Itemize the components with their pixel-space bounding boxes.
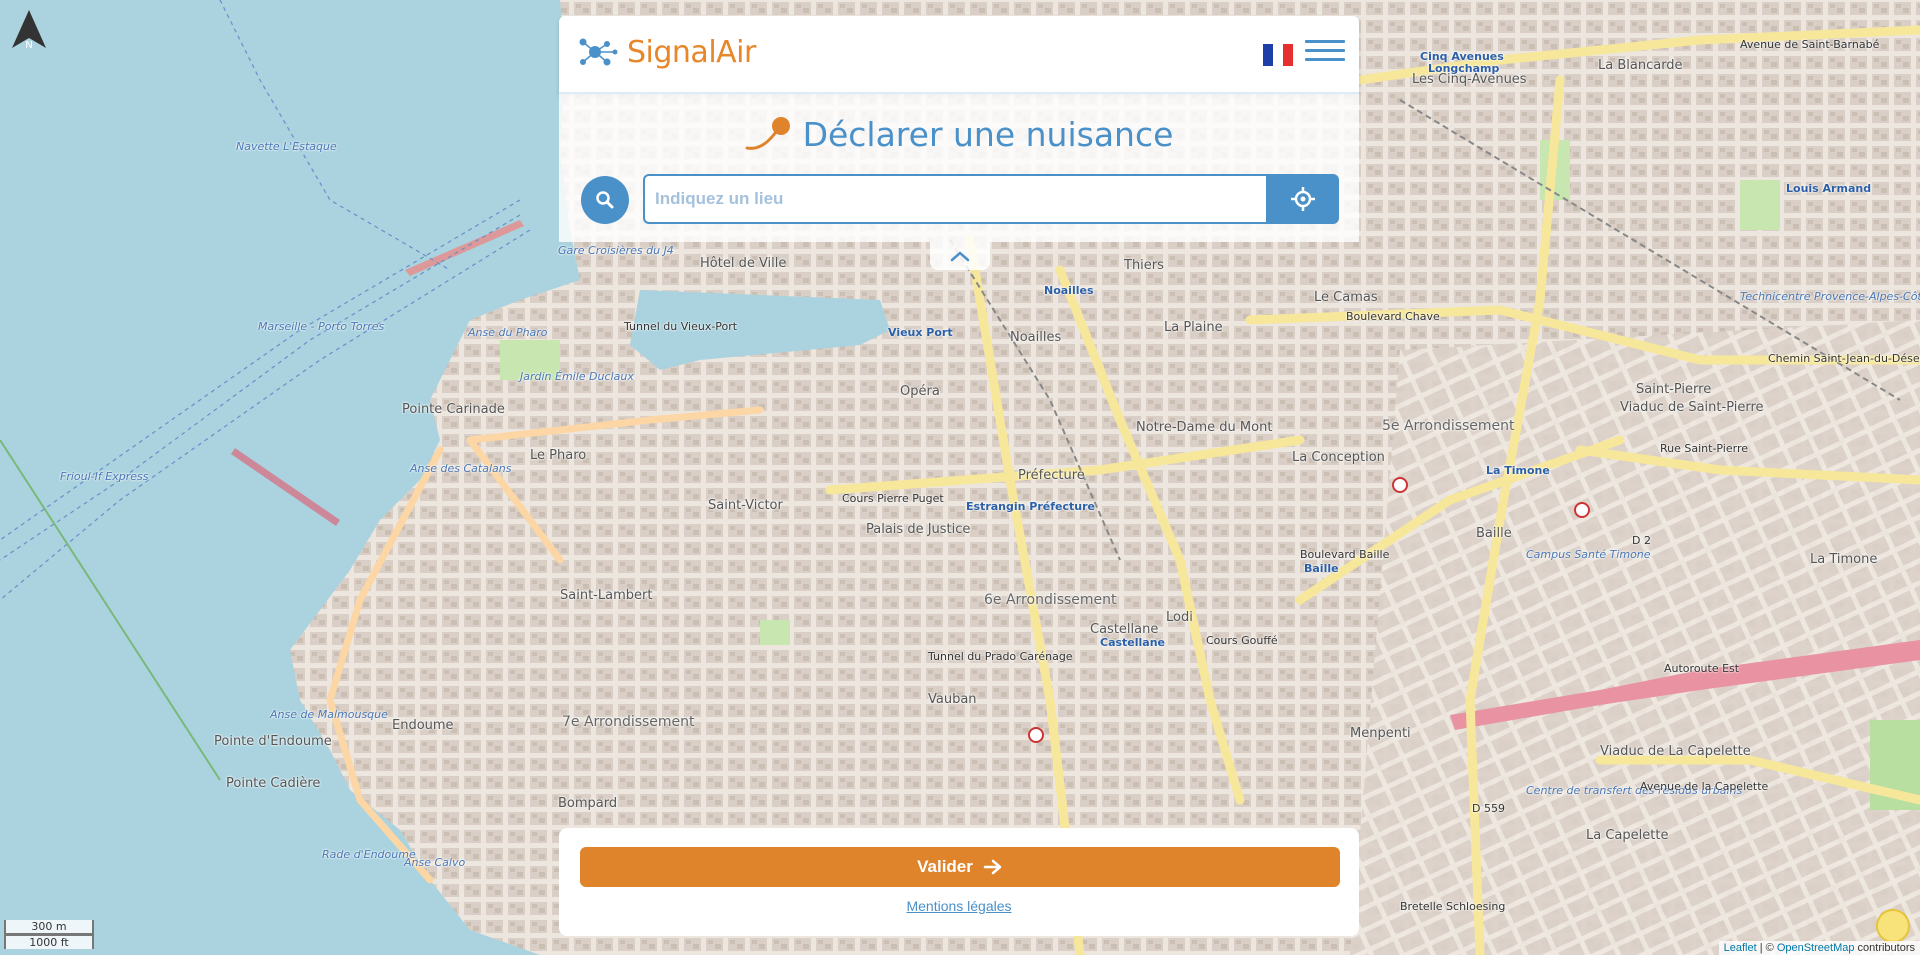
map-label: Viaduc de Saint-Pierre [1620,400,1764,415]
map-label: Cours Pierre Puget [842,492,944,505]
osm-link[interactable]: OpenStreetMap [1777,942,1855,954]
map-label: Technicentre Provence-Alpes-Côte d'Azur [1740,290,1920,303]
map-label: Vieux Port [888,326,953,339]
map-label: Pointe Cadière [226,776,321,791]
map-label: Navette L'Estaque [236,140,337,153]
map-label: Bompard [558,796,618,811]
map-label: 5e Arrondissement [1382,418,1515,434]
map-label: La Timone [1810,552,1878,567]
collapse-panel-button[interactable] [930,242,990,270]
search-icon [596,191,614,209]
map-label: Tunnel du Prado Carénage [928,650,1073,663]
map-label: Pointe Carinade [402,402,505,417]
attribution-suffix: contributors [1854,942,1915,954]
map-label: Cours Gouffé [1206,634,1278,647]
geolocate-button[interactable] [1266,174,1339,224]
map-label: Anse du Pharo [468,326,548,339]
map-label: Noailles [1010,330,1062,345]
scale-metric: 300 m [4,920,94,935]
map-label: Louis Armand [1786,182,1872,195]
map-label: Bretelle Schloesing [1400,900,1506,913]
search-panel: Déclarer une nuisance [559,92,1359,242]
map-label: Rue Saint-Pierre [1660,442,1749,455]
french-flag-icon[interactable] [1263,44,1293,66]
map-label: Marseille - Porto Torres [258,320,385,333]
app-header: SignalAir [559,16,1359,94]
map-label: Lodi [1166,610,1193,625]
map-label: La Timone [1486,464,1550,477]
map-label: La Blancarde [1598,58,1683,73]
leaflet-link[interactable]: Leaflet [1724,942,1757,954]
map-label: Viaduc de La Capelette [1600,744,1751,759]
svg-text:N: N [25,40,32,51]
map-label: Notre-Dame du Mont [1136,420,1273,435]
map-label: Castellane [1100,636,1166,649]
map-label: Boulevard Chave [1346,310,1440,323]
map-label: Opéra [900,384,940,399]
map-label: D 2 [1632,534,1651,547]
map-label: Saint-Pierre [1636,382,1712,397]
map-label: Campus Santé Timone [1526,548,1651,561]
search-button[interactable] [581,176,629,224]
map-label: Pointe d'Endoume [214,734,332,749]
map-label: Estrangin Préfecture [966,500,1095,513]
map-label: Thiers [1124,258,1164,273]
map-label: Anse de Malmousque [270,708,388,721]
geolocation-marker-icon[interactable] [1876,909,1910,943]
map-label: Gare Croisières du J4 [558,244,674,257]
map-label: Baille [1476,526,1512,541]
map-label: Palais de Justice [866,522,971,537]
map-label: Endoume [392,718,454,733]
map-label: La Conception [1292,450,1385,465]
map-label: D 559 [1472,802,1505,815]
location-search-input[interactable] [643,174,1287,224]
map-label: La Capelette [1586,828,1669,843]
map-label: Tunnel du Vieux-Port [624,320,738,333]
app-logo[interactable]: SignalAir [577,34,756,70]
hamburger-menu-button[interactable] [1305,40,1345,70]
map-label: Le Camas [1314,290,1378,305]
map-label: Préfecture [1018,468,1085,483]
validate-button[interactable]: Valider [580,847,1340,887]
map-label: Avenue de la Capelette [1640,780,1769,793]
north-arrow-icon: N [12,10,46,51]
panel-title-wrap: Déclarer une nuisance [559,114,1359,162]
location-pin-icon [745,117,790,150]
map-label: Chemin Saint-Jean-du-Désert [1768,352,1920,365]
map-label: Le Pharo [530,448,587,463]
map-label: Anse Calvo [404,856,466,869]
scale-imperial: 1000 ft [4,934,94,949]
map-label: 7e Arrondissement [562,714,695,730]
map-label: La Plaine [1164,320,1223,335]
map-label: 6e Arrondissement [984,592,1117,608]
map-label: Saint-Victor [708,498,783,513]
app-name: SignalAir [627,34,756,70]
map-attribution: Leaflet | © OpenStreetMap contributors [1718,941,1920,955]
molecule-logo-icon [579,38,618,66]
map-label: Boulevard Baille [1300,548,1390,561]
validate-label: Valider [917,857,973,876]
map-label: Noailles [1044,284,1094,297]
map-label: Vauban [928,692,977,707]
panel-title: Déclarer une nuisance [802,114,1174,154]
crosshair-icon [1290,187,1315,211]
map-scale: 300 m 1000 ft [4,920,94,949]
attribution-sep: | © [1756,942,1777,954]
legal-notice-link[interactable]: Mentions légales [559,898,1359,914]
map-label: Castellane [1090,622,1159,637]
map-label: Jardin Émile Duclaux [520,370,634,383]
map-label: Menpenti [1350,726,1411,741]
map-label: Avenue de Saint-Barnabé [1740,38,1880,51]
map-label: Les Cinq-Avenues [1412,72,1527,87]
map-label: Saint-Lambert [560,588,653,603]
map-label: Autoroute Est [1664,662,1740,675]
map-label: Hôtel de Ville [700,256,787,271]
bottom-panel: Valider Mentions légales [559,828,1359,936]
map-label: Rade d'Endoume [322,848,416,861]
map-label: Baille [1304,562,1339,575]
chevron-up-icon [950,251,970,262]
arrow-right-icon [983,859,1002,875]
map-label: Frioul-If Express [60,470,149,483]
map-label: Anse des Catalans [410,462,512,475]
